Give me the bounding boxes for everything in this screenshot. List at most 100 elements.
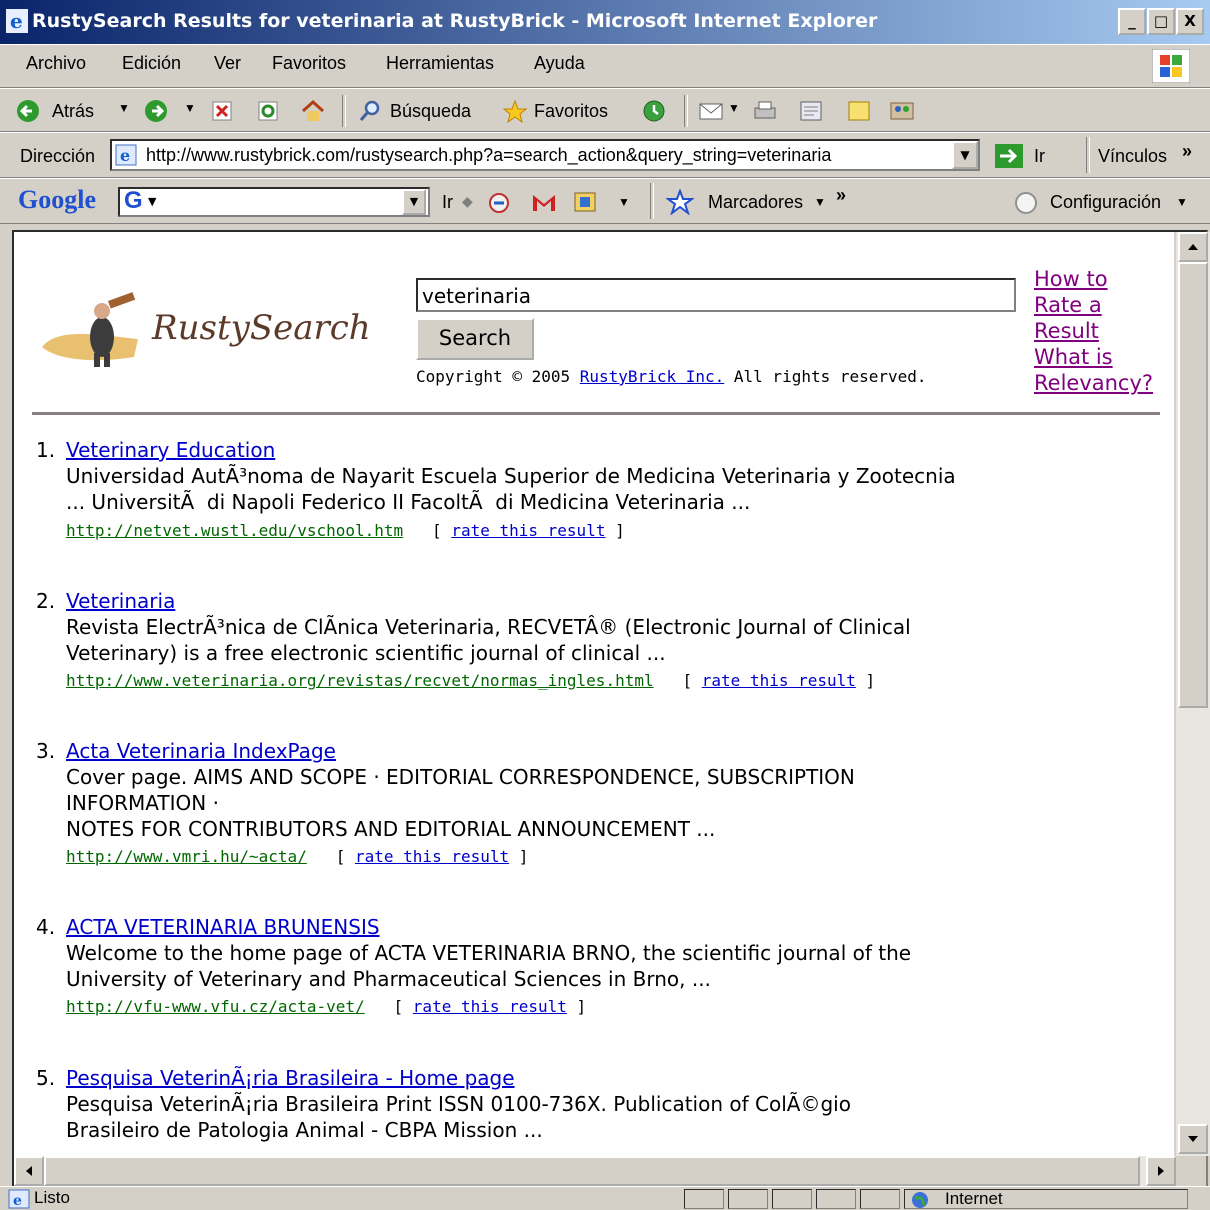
bookmarks-dropdown-icon[interactable]: ▼ bbox=[814, 195, 826, 209]
print-icon[interactable] bbox=[752, 99, 778, 123]
rate-result-link[interactable]: rate this result bbox=[702, 671, 856, 690]
history-icon[interactable] bbox=[642, 99, 666, 123]
zone-pane: Internet bbox=[904, 1189, 1188, 1209]
forward-arrow-icon[interactable] bbox=[144, 99, 168, 123]
arrow-down-icon bbox=[1188, 1136, 1198, 1142]
rate-result-link[interactable]: rate this result bbox=[451, 521, 605, 540]
google-g-icon[interactable]: G bbox=[124, 187, 143, 215]
settings-radio-icon[interactable] bbox=[1014, 191, 1038, 215]
forward-dropdown-icon[interactable]: ▼ bbox=[184, 101, 196, 115]
menu-herramientas[interactable]: Herramientas bbox=[386, 53, 494, 74]
google-more-chevron-icon[interactable]: » bbox=[836, 185, 846, 206]
rate-result-link[interactable]: rate this result bbox=[413, 997, 567, 1016]
search-input-value[interactable]: veterinaria bbox=[422, 284, 531, 308]
scroll-right-button[interactable] bbox=[1146, 1156, 1176, 1186]
menu-edicion[interactable]: Edición bbox=[122, 53, 181, 74]
back-button[interactable]: Atrás bbox=[52, 101, 94, 122]
rustybrick-link[interactable]: RustyBrick Inc. bbox=[580, 367, 725, 386]
result-url-link[interactable]: http://www.veterinaria.org/revistas/recv… bbox=[66, 671, 654, 690]
mail-dropdown-icon[interactable]: ▼ bbox=[728, 101, 740, 115]
autofill-dropdown-icon[interactable]: ▼ bbox=[618, 195, 630, 209]
arrow-right-icon bbox=[1158, 1166, 1164, 1176]
result-url-link[interactable]: http://vfu-www.vfu.cz/acta-vet/ bbox=[66, 997, 365, 1016]
search-button[interactable]: Búsqueda bbox=[390, 101, 471, 122]
favorites-button[interactable]: Favoritos bbox=[534, 101, 608, 122]
status-pane bbox=[816, 1189, 856, 1209]
links-chevron-icon[interactable]: » bbox=[1182, 141, 1192, 162]
links-button[interactable]: Vínculos bbox=[1098, 146, 1167, 167]
toolbar-divider bbox=[1086, 137, 1090, 173]
toolbar-divider bbox=[342, 95, 346, 127]
settings-dropdown-icon[interactable]: ▼ bbox=[1176, 195, 1188, 209]
refresh-icon[interactable] bbox=[258, 101, 278, 121]
settings-button[interactable]: Configuración bbox=[1050, 192, 1161, 213]
google-go-button[interactable]: Ir bbox=[442, 192, 453, 213]
search-submit-button[interactable]: Search bbox=[416, 318, 534, 360]
back-dropdown-icon[interactable]: ▼ bbox=[118, 101, 130, 115]
result-title-link[interactable]: Veterinary Education bbox=[66, 438, 275, 462]
svg-text:e: e bbox=[120, 146, 130, 165]
google-logo-text: Google bbox=[18, 185, 96, 214]
home-icon[interactable] bbox=[300, 99, 326, 123]
result-title-link[interactable]: Acta Veterinaria IndexPage bbox=[66, 739, 336, 763]
help-link-relevancy[interactable]: Relevancy? bbox=[1034, 370, 1153, 396]
search-input[interactable]: veterinaria bbox=[416, 278, 1016, 312]
scroll-thumb[interactable] bbox=[1178, 262, 1208, 708]
favorites-star-icon[interactable] bbox=[502, 99, 528, 123]
maximize-button[interactable]: □ bbox=[1147, 8, 1175, 35]
search-icon[interactable] bbox=[358, 99, 382, 123]
rate-result-link[interactable]: rate this result bbox=[355, 847, 509, 866]
help-link-how-to[interactable]: How to bbox=[1034, 266, 1153, 292]
google-split-icon: ◆ bbox=[462, 193, 473, 209]
google-search-dropdown-icon[interactable]: ▼ bbox=[402, 189, 426, 215]
google-toolbar: Google G ▼ ▼ Ir ◆ ▼ Marcadores ▼ » Confi… bbox=[0, 178, 1210, 224]
help-link-what-is[interactable]: What is bbox=[1034, 344, 1153, 370]
google-g-dropdown-icon[interactable]: ▼ bbox=[148, 195, 156, 208]
page-status-icon: e bbox=[8, 1189, 30, 1209]
standard-toolbar: Atrás ▼ ▼ Búsqueda Favoritos ▼ bbox=[0, 88, 1210, 132]
address-dropdown-icon[interactable]: ▼ bbox=[952, 141, 978, 169]
arrow-up-icon bbox=[1188, 244, 1198, 250]
result-url-link[interactable]: http://netvet.wustl.edu/vschool.htm bbox=[66, 521, 403, 540]
close-button[interactable]: X bbox=[1176, 8, 1204, 35]
gmail-icon[interactable] bbox=[530, 191, 558, 215]
scroll-up-button[interactable] bbox=[1178, 232, 1208, 262]
menu-archivo[interactable]: Archivo bbox=[26, 53, 86, 74]
hscroll-thumb[interactable] bbox=[44, 1156, 1140, 1186]
bookmarks-button[interactable]: Marcadores bbox=[708, 192, 803, 213]
svg-text:e: e bbox=[10, 9, 23, 33]
edit-icon[interactable] bbox=[798, 99, 824, 123]
bookmark-star-icon[interactable] bbox=[666, 189, 694, 215]
windows-flag-icon bbox=[1152, 49, 1190, 83]
mail-icon[interactable] bbox=[698, 99, 726, 123]
autofill-icon[interactable] bbox=[572, 189, 600, 215]
scroll-left-button[interactable] bbox=[14, 1156, 44, 1186]
scroll-down-button[interactable] bbox=[1178, 1124, 1208, 1154]
menu-favoritos[interactable]: Favoritos bbox=[272, 53, 346, 74]
result-title-link[interactable]: Pesquisa VeterinÃ¡ria Brasileira - Home … bbox=[66, 1066, 515, 1090]
arrow-left-icon bbox=[26, 1166, 32, 1176]
result-snippet: Welcome to the home page of ACTA VETERIN… bbox=[66, 941, 912, 991]
pagerank-icon[interactable] bbox=[486, 191, 512, 215]
google-search-input[interactable]: G ▼ ▼ bbox=[118, 187, 430, 217]
horizontal-scrollbar[interactable] bbox=[14, 1156, 1176, 1186]
result-title-link[interactable]: ACTA VETERINARIA BRUNENSIS bbox=[66, 915, 380, 939]
address-field[interactable]: e http://www.rustybrick.com/rustysearch.… bbox=[110, 139, 980, 171]
help-link-rate-a[interactable]: Rate a bbox=[1034, 292, 1153, 318]
address-url[interactable]: http://www.rustybrick.com/rustysearch.ph… bbox=[146, 145, 831, 166]
result-url-line: http://netvet.wustl.edu/vschool.htm [ ra… bbox=[66, 521, 625, 540]
go-button[interactable]: Ir bbox=[1034, 146, 1045, 167]
result-title-link[interactable]: Veterinaria bbox=[66, 589, 175, 613]
back-arrow-icon[interactable] bbox=[16, 99, 40, 123]
discuss-icon[interactable] bbox=[846, 99, 872, 123]
help-link-result[interactable]: Result bbox=[1034, 318, 1153, 344]
menu-ayuda[interactable]: Ayuda bbox=[534, 53, 585, 74]
stop-icon[interactable] bbox=[212, 101, 232, 121]
menu-ver[interactable]: Ver bbox=[214, 53, 241, 74]
result-number: 4. bbox=[36, 915, 56, 939]
vertical-scrollbar[interactable] bbox=[1176, 232, 1210, 1156]
go-arrow-icon[interactable] bbox=[994, 143, 1024, 169]
result-url-link[interactable]: http://www.vmri.hu/~acta/ bbox=[66, 847, 307, 866]
messenger-icon[interactable] bbox=[888, 97, 918, 123]
minimize-button[interactable]: _ bbox=[1118, 8, 1146, 35]
